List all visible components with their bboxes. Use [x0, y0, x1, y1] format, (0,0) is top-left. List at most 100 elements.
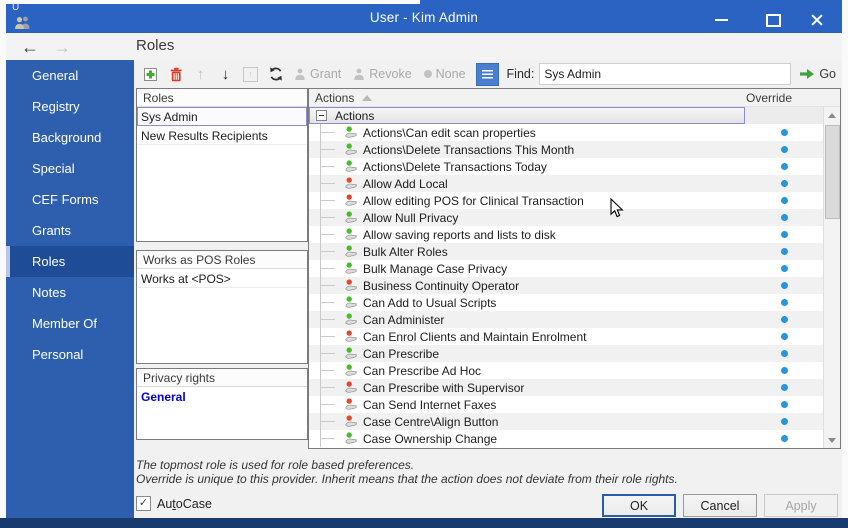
action-label: Can Add to Usual Scripts: [363, 295, 497, 310]
sidebar-item-notes[interactable]: Notes: [6, 277, 134, 308]
person-icon: [295, 68, 305, 80]
action-row[interactable]: Case Ownership Change: [309, 430, 823, 447]
actions-header-label: Actions: [315, 90, 355, 105]
sidebar-item-label: Registry: [32, 99, 80, 114]
action-label: Actions\Can edit scan properties: [363, 125, 536, 140]
action-row[interactable]: Allow Add Local: [309, 175, 823, 192]
scroll-up-button[interactable]: [824, 107, 840, 123]
sidebar-item-label: Grants: [32, 223, 72, 238]
action-label: Bulk Alter Roles: [363, 244, 448, 259]
content-area: ↑ ↓ ↑ Grant Revoke None Find: Sys Admin …: [134, 60, 842, 518]
sidebar-item-label: Member Of: [32, 316, 98, 331]
action-label: Allow saving reports and lists to disk: [363, 227, 556, 242]
action-row[interactable]: Allow saving reports and lists to disk: [309, 226, 823, 243]
sidebar-item-general[interactable]: General: [6, 60, 134, 91]
refresh-button[interactable]: [263, 63, 288, 85]
works-at-row[interactable]: Works at <POS>: [137, 269, 307, 288]
ok-button[interactable]: OK: [602, 494, 676, 517]
back-button[interactable]: ←: [18, 35, 42, 59]
action-row[interactable]: Case Centre\Align Button: [309, 413, 823, 430]
move-up-button[interactable]: ↑: [188, 63, 213, 85]
go-arrow-icon: [800, 69, 815, 79]
actions-panel: Actions Override Actions Actions\Can edi…: [308, 88, 841, 449]
checkbox-check-icon[interactable]: ✓: [136, 496, 151, 511]
action-label: Can Prescribe Ad Hoc: [363, 363, 482, 378]
action-row[interactable]: Actions\Can edit scan properties: [309, 124, 823, 141]
delete-role-button[interactable]: [163, 63, 188, 85]
permission-hand-icon: [343, 329, 360, 344]
page-title: Roles: [136, 37, 175, 54]
scrollbar-thumb[interactable]: [825, 125, 840, 219]
autocase-label: AutoCase: [157, 496, 212, 511]
action-row[interactable]: Actions\Delete Transactions Today: [309, 158, 823, 175]
sidebar-item-roles[interactable]: Roles: [6, 246, 134, 277]
action-row[interactable]: Can Enrol Clients and Maintain Enrolment: [309, 328, 823, 345]
promote-button[interactable]: ↑: [238, 63, 263, 85]
override-cell: [745, 384, 823, 391]
override-column-header[interactable]: Override: [744, 91, 840, 105]
sidebar-item-special[interactable]: Special: [6, 153, 134, 184]
add-role-button[interactable]: [138, 63, 163, 85]
refresh-icon: [269, 67, 282, 81]
action-row[interactable]: Can Prescribe: [309, 345, 823, 362]
roles-list-panel: Roles Sys Admin New Results Recipients: [136, 88, 308, 242]
find-input[interactable]: [539, 63, 792, 85]
role-row[interactable]: New Results Recipients: [137, 126, 307, 145]
minimize-button[interactable]: [706, 12, 736, 28]
action-row[interactable]: Can Administer: [309, 311, 823, 328]
override-dot: [780, 350, 788, 357]
grant-button[interactable]: Grant: [288, 67, 347, 81]
action-row[interactable]: Bulk Alter Roles: [309, 243, 823, 260]
privacy-general-row[interactable]: General: [137, 387, 307, 405]
action-row[interactable]: Can Send Internet Faxes: [309, 396, 823, 413]
permission-hand-icon: [343, 261, 360, 276]
apply-button[interactable]: Apply: [764, 494, 838, 517]
move-down-button[interactable]: ↓: [213, 63, 238, 85]
action-row[interactable]: Can Add to Usual Scripts: [309, 294, 823, 311]
scroll-down-button[interactable]: [824, 432, 840, 448]
list-view-toggle-button[interactable]: [475, 62, 499, 86]
action-label: Allow Null Privacy: [363, 210, 459, 225]
actions-root-selection: Actions: [309, 107, 745, 124]
roles-list-header: Roles: [137, 89, 307, 107]
sidebar-item-personal[interactable]: Personal: [6, 339, 134, 370]
action-row[interactable]: Business Continuity Operator: [309, 277, 823, 294]
sidebar-item-cef-forms[interactable]: CEF Forms: [6, 184, 134, 215]
sidebar-item-background[interactable]: Background: [6, 122, 134, 153]
forward-button[interactable]: →: [50, 35, 74, 59]
tree-branch-lines: [309, 396, 343, 413]
action-label: Case Centre\Align Button: [363, 414, 499, 429]
actions-column-header[interactable]: Actions: [309, 91, 744, 105]
vertical-scrollbar[interactable]: [823, 107, 840, 448]
action-row[interactable]: Actions\Delete Transactions This Month: [309, 141, 823, 158]
action-label: Allow editing POS for Clinical Transacti…: [363, 193, 584, 208]
sidebar-item-label: Roles: [32, 254, 66, 269]
up-arrow-icon: ↑: [196, 65, 205, 83]
sidebar-item-registry[interactable]: Registry: [6, 91, 134, 122]
cancel-button[interactable]: Cancel: [683, 494, 757, 517]
maximize-button[interactable]: [758, 12, 788, 28]
action-row[interactable]: Can Prescribe with Supervisor: [309, 379, 823, 396]
role-row[interactable]: Sys Admin: [137, 107, 307, 126]
close-button[interactable]: [802, 12, 832, 28]
override-dot: [780, 418, 788, 425]
action-label: Can Send Internet Faxes: [363, 397, 497, 412]
actions-root-row[interactable]: Actions: [309, 107, 823, 124]
tree-branch-lines: [309, 430, 343, 447]
action-row[interactable]: Can Prescribe Ad Hoc: [309, 362, 823, 379]
sidebar-item-grants[interactable]: Grants: [6, 215, 134, 246]
action-row[interactable]: Bulk Manage Case Privacy: [309, 260, 823, 277]
sidebar-item-member-of[interactable]: Member Of: [6, 308, 134, 339]
action-row[interactable]: Allow Null Privacy: [309, 209, 823, 226]
go-button[interactable]: Go: [799, 67, 838, 81]
collapse-box-icon[interactable]: [316, 110, 327, 121]
sidebar-nav: General Registry Background Special CEF Form…: [6, 60, 134, 518]
override-cell: [745, 129, 823, 136]
actions-body: Actions Actions\Can edit scan properties…: [309, 107, 840, 448]
revoke-button[interactable]: Revoke: [347, 67, 417, 81]
override-dot: [780, 214, 788, 221]
action-row[interactable]: Allow editing POS for Clinical Transacti…: [309, 192, 823, 209]
action-label: Actions\Delete Transactions Today: [363, 159, 547, 174]
none-button[interactable]: None: [418, 67, 472, 81]
autocase-checkbox[interactable]: ✓ AutoCase: [136, 496, 212, 511]
